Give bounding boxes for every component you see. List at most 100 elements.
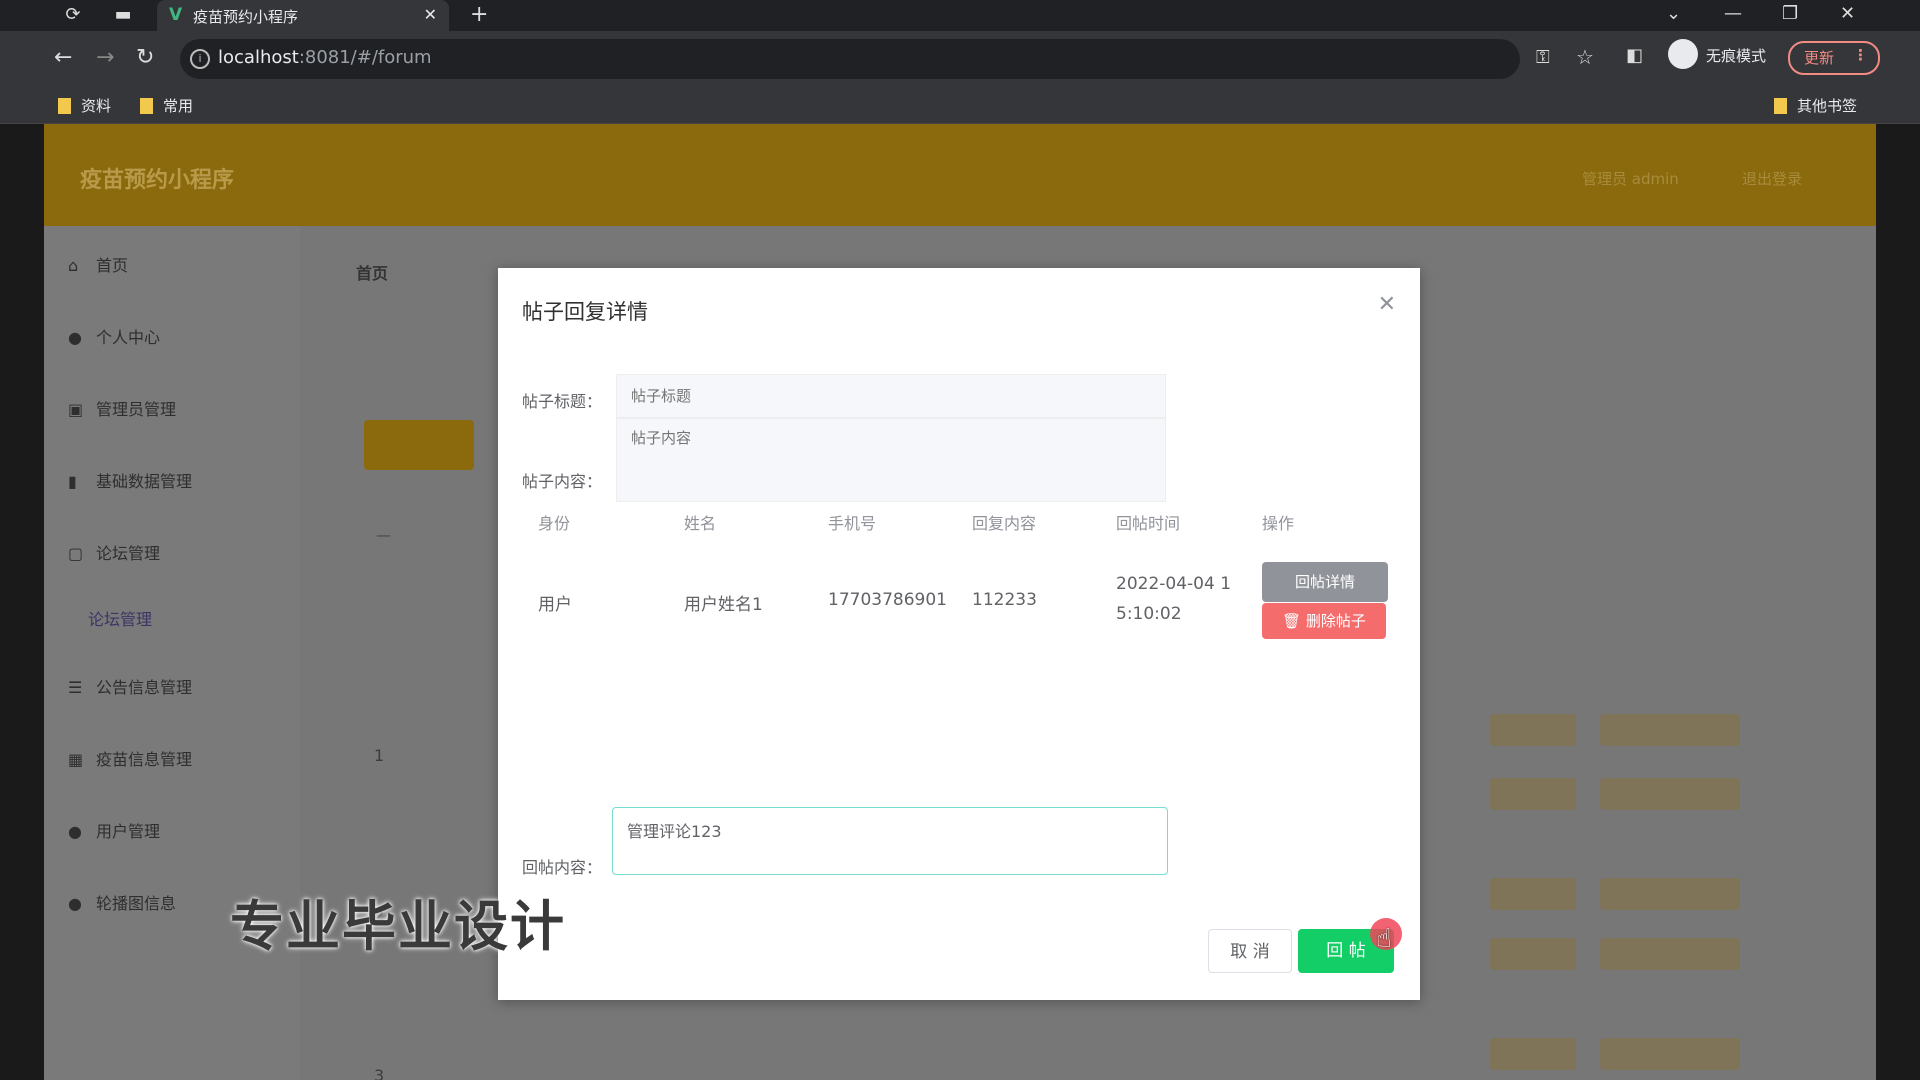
sidebar-item-vaccines[interactable]: ▦ 疫苗信息管理 bbox=[68, 746, 192, 770]
row-action-button[interactable] bbox=[1600, 778, 1740, 810]
bookmark-label: 资料 bbox=[81, 97, 112, 115]
side-panel-icon[interactable]: ◧ bbox=[1626, 45, 1643, 66]
row-action-button[interactable] bbox=[1490, 878, 1576, 910]
other-bookmarks[interactable]: 其他书签 bbox=[1774, 95, 1857, 116]
post-title-input[interactable] bbox=[616, 374, 1166, 418]
tab-title: 疫苗预约小程序 bbox=[193, 8, 299, 26]
row-action-button[interactable] bbox=[1600, 938, 1740, 970]
trash-icon: 🗑 bbox=[1282, 612, 1306, 630]
sidebar-item-forum[interactable]: ▢ 论坛管理 bbox=[68, 540, 160, 564]
grid-icon: ▦ bbox=[68, 750, 84, 769]
sidebar-item-users[interactable]: ● 用户管理 bbox=[68, 818, 160, 842]
sidebar-item-admins[interactable]: ▣ 管理员管理 bbox=[68, 396, 176, 420]
sidebar-subitem-forum[interactable]: 论坛管理 bbox=[88, 606, 152, 630]
more-icon: ⋮ bbox=[1853, 46, 1868, 64]
carousel-icon: ● bbox=[68, 894, 82, 913]
sidebar-item-label: 论坛管理 bbox=[96, 544, 161, 563]
incognito-label: 无痕模式 bbox=[1706, 47, 1767, 65]
sidebar-item-profile[interactable]: ● 个人中心 bbox=[68, 324, 160, 348]
restore-icon[interactable]: ❐ bbox=[1782, 3, 1798, 24]
url-host: localhost bbox=[218, 47, 299, 68]
sidebar-item-label: 首页 bbox=[96, 256, 129, 275]
reload-icon[interactable]: ↻ bbox=[136, 45, 154, 70]
browser-tab[interactable]: V 疫苗预约小程序 ✕ bbox=[157, 0, 449, 31]
browser-tab-bar: ⟳ ▬ V 疫苗预约小程序 ✕ + ⌄ — ❐ ✕ bbox=[0, 0, 1920, 31]
post-content-label: 帖子内容： bbox=[522, 472, 603, 491]
row-action-button[interactable] bbox=[1600, 714, 1740, 746]
sidebar-item-label: 轮播图信息 bbox=[96, 894, 177, 913]
bookmarks-bar: 资料 常用 其他书签 bbox=[0, 87, 1920, 124]
key-icon[interactable]: ⚿ bbox=[1536, 47, 1550, 68]
app-header: 疫苗预约小程序 管理员 admin 退出登录 bbox=[44, 124, 1876, 226]
forward-icon[interactable]: → bbox=[96, 45, 114, 70]
sidebar-item-basic-data[interactable]: ▮ 基础数据管理 bbox=[68, 468, 192, 492]
sidebar-item-home[interactable]: ⌂ 首页 bbox=[68, 252, 128, 276]
column-header-actions: 操作 bbox=[1262, 514, 1295, 533]
folder-icon bbox=[58, 98, 71, 114]
column-header-name: 姓名 bbox=[684, 514, 717, 533]
minimize-icon[interactable]: — bbox=[1724, 3, 1742, 24]
sidebar-item-label: 疫苗信息管理 bbox=[96, 750, 193, 769]
row-action-button[interactable] bbox=[1490, 714, 1576, 746]
column-header-phone: 手机号 bbox=[828, 514, 877, 533]
reply-detail-dialog: 帖子回复详情 ✕ 帖子标题： 帖子内容： 身份 姓名 手机号 回复内容 回帖时间… bbox=[498, 268, 1420, 1000]
add-button[interactable] bbox=[364, 420, 474, 470]
tab-close-icon[interactable]: ✕ bbox=[424, 5, 437, 24]
reply-content-textarea[interactable]: 管理评论123 bbox=[612, 807, 1168, 875]
address-bar: ← → ↻ i localhost:8081/#/forum ⚿ ☆ ◧ 无痕模… bbox=[0, 31, 1920, 87]
new-tab-button[interactable]: + bbox=[470, 2, 488, 27]
dialog-close-icon[interactable]: ✕ bbox=[1378, 292, 1396, 317]
row-action-button[interactable] bbox=[1600, 878, 1740, 910]
window-close-icon[interactable]: ✕ bbox=[1840, 3, 1855, 24]
tab-overview-icon[interactable]: ▬ bbox=[112, 4, 134, 26]
sidebar-item-carousel[interactable]: ● 轮播图信息 bbox=[68, 890, 176, 914]
bookmark-folder[interactable]: 常用 bbox=[140, 95, 193, 116]
column-header-identity: 身份 bbox=[538, 514, 571, 533]
site-info-icon[interactable]: i bbox=[190, 49, 210, 69]
browser-menu-icon[interactable]: ⟳ bbox=[62, 4, 84, 26]
reply-detail-button[interactable]: 回帖详情 bbox=[1262, 562, 1388, 602]
update-button[interactable]: 更新 ⋮ bbox=[1788, 41, 1880, 75]
cancel-button[interactable]: 取 消 bbox=[1208, 929, 1292, 973]
post-title-label: 帖子标题： bbox=[522, 392, 603, 411]
url-path: :8081/#/forum bbox=[298, 47, 432, 68]
vue-logo-icon: V bbox=[169, 5, 183, 25]
breadcrumb[interactable]: 首页 bbox=[356, 260, 388, 284]
bookmark-label: 其他书签 bbox=[1797, 97, 1858, 115]
bookmark-folder[interactable]: 资料 bbox=[58, 95, 111, 116]
post-content-textarea[interactable] bbox=[616, 418, 1166, 502]
watermark-text: 专业毕业设计 bbox=[230, 895, 566, 958]
sidebar-item-label: 基础数据管理 bbox=[96, 472, 193, 491]
cell-time-line2: 5:10:02 bbox=[1116, 604, 1182, 624]
folder-icon bbox=[140, 98, 153, 114]
sidebar-item-label: 管理员管理 bbox=[96, 400, 177, 419]
folder-icon bbox=[1774, 98, 1787, 114]
dialog-title: 帖子回复详情 bbox=[522, 300, 648, 324]
cell-time-line1: 2022-04-04 1 bbox=[1116, 574, 1232, 594]
cell-content: 112233 bbox=[972, 590, 1037, 610]
sidebar-item-notices[interactable]: ☰ 公告信息管理 bbox=[68, 674, 192, 698]
url-input[interactable]: i localhost:8081/#/forum ⚿ bbox=[180, 39, 1550, 79]
row-action-button[interactable] bbox=[1490, 1038, 1576, 1070]
logout-link[interactable]: 退出登录 bbox=[1742, 168, 1802, 189]
forum-icon: ▢ bbox=[68, 544, 84, 563]
update-label: 更新 bbox=[1804, 49, 1835, 67]
bookmark-star-icon[interactable]: ☆ bbox=[1576, 45, 1594, 69]
tab-search-icon[interactable]: ⌄ bbox=[1666, 3, 1681, 24]
row-index: 1 bbox=[374, 746, 385, 765]
chart-icon: ▮ bbox=[68, 472, 77, 491]
table-header-index: — bbox=[376, 526, 391, 544]
back-icon[interactable]: ← bbox=[54, 45, 72, 70]
column-header-time: 回帖时间 bbox=[1116, 514, 1181, 533]
delete-post-button[interactable]: 🗑 删除帖子 bbox=[1262, 603, 1386, 639]
row-action-button[interactable] bbox=[1490, 778, 1576, 810]
incognito-icon bbox=[1668, 39, 1698, 69]
row-index: 3 bbox=[374, 1066, 385, 1080]
home-icon: ⌂ bbox=[68, 256, 79, 275]
sidebar-item-label: 个人中心 bbox=[96, 328, 161, 347]
row-action-button[interactable] bbox=[1490, 938, 1576, 970]
cell-phone: 17703786901 bbox=[828, 590, 947, 610]
row-action-button[interactable] bbox=[1600, 1038, 1740, 1070]
pointer-cursor-icon: ☝ bbox=[1376, 924, 1392, 954]
reply-content-label: 回帖内容： bbox=[522, 858, 603, 877]
